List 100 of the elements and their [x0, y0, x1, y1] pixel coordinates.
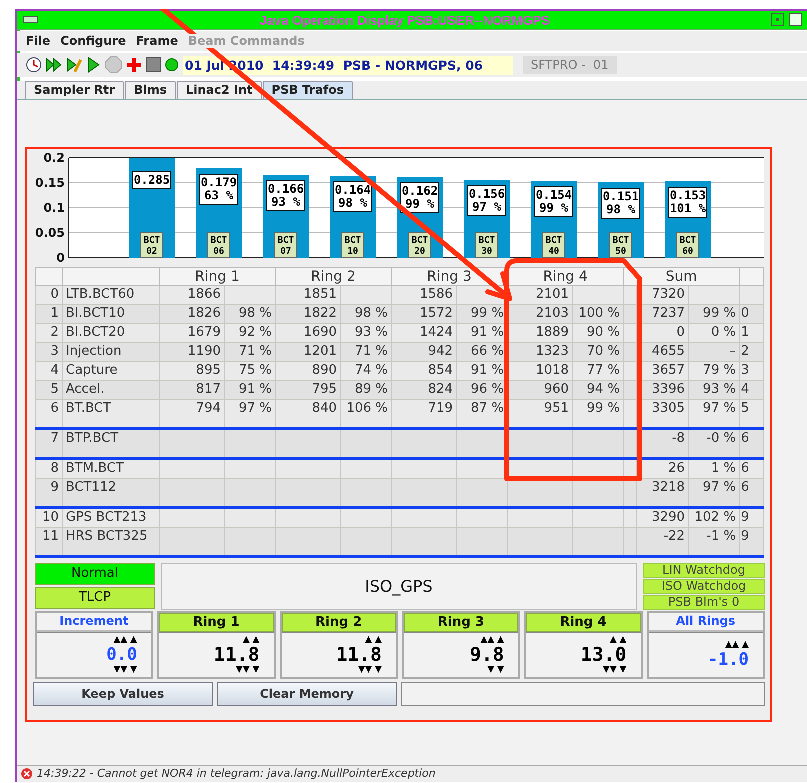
table-cell: 1586 — [392, 286, 457, 304]
minimize-icon[interactable] — [771, 13, 785, 27]
table-cell: 1679 — [160, 324, 224, 342]
error-icon — [21, 768, 33, 780]
table-cell: 1323 — [508, 342, 573, 362]
table-cell: 93 % — [688, 380, 740, 400]
x-tick-label: BCT 06 — [210, 236, 228, 257]
table-cell: Injection — [62, 342, 160, 362]
axis-tick-label: 0.1 — [44, 201, 65, 215]
category-label: BCT 30 — [476, 232, 498, 258]
adjuster-title: Ring 2 — [282, 613, 396, 632]
table-cell: -22 — [636, 528, 689, 556]
increase-arrows[interactable]: ▲▲ ▲ — [480, 635, 504, 645]
tab[interactable]: Blms — [125, 81, 176, 99]
watchdog-indicator: LIN Watchdog — [643, 563, 765, 578]
category-label: BCT 60 — [676, 232, 700, 258]
table-cell: 895 — [160, 362, 224, 380]
window-menu-icon[interactable] — [23, 14, 39, 26]
column-header: Ring 2 — [276, 268, 392, 286]
table-cell: 1018 — [508, 362, 573, 380]
data-label: 0.166 93 % — [266, 180, 306, 212]
decrease-arrows[interactable]: ▼▼ ▼ — [358, 665, 382, 675]
table-cell: 7 — [36, 428, 62, 458]
table-cell: 99 % — [572, 400, 624, 428]
tab[interactable]: PSB Trafos — [262, 81, 354, 99]
table-cell: Accel. — [62, 380, 160, 400]
column-header: Ring 1 — [160, 268, 276, 286]
adjuster-value: 9.8 — [470, 645, 504, 665]
x-tick-label: BCT 50 — [612, 236, 630, 257]
table-cell: Capture — [62, 362, 160, 380]
clock-icon[interactable] — [25, 56, 43, 74]
table-cell: BT.BCT — [62, 400, 160, 428]
table-cell: 5 — [36, 380, 62, 400]
increase-arrows[interactable]: ▲▲ ▲ — [114, 635, 138, 645]
column-header: Ring 4 — [508, 268, 624, 286]
data-label: 0.154 99 % — [534, 186, 574, 218]
table-cell: 1690 — [276, 324, 341, 342]
plus-icon[interactable] — [125, 56, 143, 74]
x-tick-label: BCT 02 — [144, 236, 161, 257]
watchdog-indicator: ISO Watchdog — [643, 579, 765, 594]
table-cell: 2101 — [508, 286, 573, 304]
table-cell: 1826 — [160, 304, 224, 324]
action-button[interactable]: Keep Values — [33, 682, 213, 706]
table-cell: 3218 — [636, 478, 689, 508]
decrease-arrows[interactable]: ▼▼ ▼ — [603, 665, 627, 675]
data-label: 0.179 — [200, 176, 238, 190]
table-cell: 8 — [36, 458, 62, 478]
table-cell: 1201 — [276, 342, 341, 362]
table-cell: 93 % — [340, 324, 392, 342]
data-label: 0.166 — [268, 182, 304, 196]
table-cell: 942 — [392, 342, 457, 362]
fast-forward-icon[interactable] — [45, 56, 63, 74]
decrease-arrows[interactable]: ▼▼ ▼ — [236, 665, 260, 675]
action-button[interactable]: Clear Memory — [217, 682, 397, 706]
x-tick-label: BCT 07 — [278, 236, 295, 257]
data-label: 0.154 — [536, 188, 572, 202]
tab[interactable]: Sampler Rtr — [25, 81, 124, 99]
table-cell: 3 — [36, 342, 62, 362]
table-cell: 1 — [740, 324, 764, 342]
table-cell: 91 % — [224, 380, 276, 400]
adjuster-title: All Rings — [648, 613, 763, 632]
increase-arrows[interactable]: ▲▲ ▲ — [725, 640, 749, 650]
table-cell: 2103 — [508, 304, 573, 324]
data-label: 0.162 99 % — [400, 182, 440, 214]
column-header: Sum — [624, 268, 740, 286]
status-dot-icon — [165, 58, 179, 72]
axis-tick-label: 0.05 — [35, 226, 65, 240]
table-cell: 719 — [392, 400, 457, 428]
table-cell: -0 % — [688, 428, 740, 458]
increase-arrows[interactable]: ▲ ▲ — [610, 635, 627, 645]
x-tick-label: BCT 30 — [478, 236, 496, 257]
increase-arrows[interactable]: ▲ ▲ — [242, 635, 260, 645]
square-icon[interactable] — [145, 56, 163, 74]
category-label: BCT 02 — [140, 232, 164, 258]
text-field[interactable] — [401, 682, 765, 706]
data-label: 0.162 — [402, 184, 438, 198]
table-cell: 97 % — [224, 400, 276, 428]
table-cell: 0 — [740, 304, 764, 324]
table-cell: BI.BCT10 — [62, 304, 160, 324]
decrease-arrows[interactable]: ▼▼ ▼ — [114, 665, 138, 675]
table-cell: 854 — [392, 362, 457, 380]
maximize-icon[interactable] — [789, 13, 803, 27]
table-cell: 97 % — [688, 478, 740, 508]
pencil-play-icon[interactable] — [65, 56, 83, 74]
tab[interactable]: Linac2 Int — [176, 81, 262, 99]
table-cell: 3 — [740, 362, 764, 380]
increase-arrows[interactable]: ▲ ▲ — [365, 635, 382, 645]
category-label: BCT 40 — [542, 232, 566, 258]
decrease-arrows[interactable]: ▼ ▼ — [488, 665, 504, 675]
data-label: 0.156 — [468, 187, 506, 201]
data-label: 0.153 — [670, 188, 706, 202]
table-cell: 10 — [36, 508, 62, 528]
table-cell: -1 % — [688, 528, 740, 556]
table-cell: 1190 — [160, 342, 224, 362]
table-cell: BI.BCT20 — [62, 324, 160, 342]
user-label: SFTPRO - 01 — [523, 56, 617, 74]
data-label: 0.151 — [602, 190, 640, 204]
adjuster-value: -1.0 — [708, 650, 749, 670]
data-label: 0.179 63 % — [200, 174, 238, 205]
category-label: BCT 50 — [610, 232, 632, 258]
